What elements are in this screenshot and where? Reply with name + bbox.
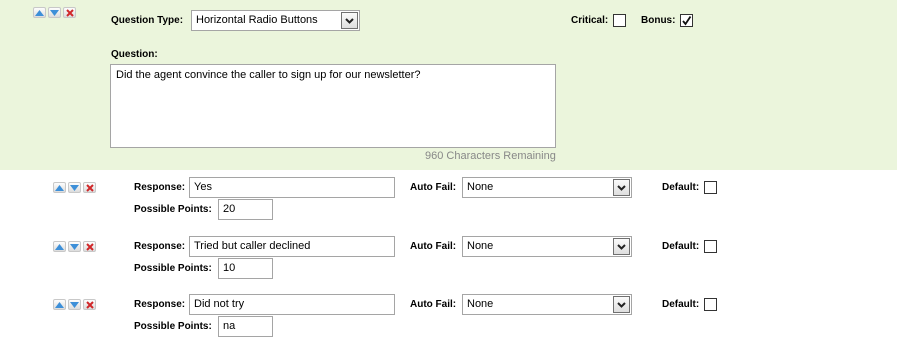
response-value: Did not try [194, 298, 245, 310]
response-label: Response: [134, 241, 186, 252]
default-label: Default: [662, 182, 700, 193]
chevron-down-icon[interactable] [613, 296, 630, 313]
delete-icon[interactable] [83, 182, 96, 193]
question-controls [33, 7, 76, 19]
default-checkbox[interactable] [704, 181, 717, 194]
auto-fail-label: Auto Fail: [410, 241, 457, 252]
move-down-icon[interactable] [68, 241, 81, 252]
question-textarea[interactable]: Did the agent convince the caller to sig… [110, 64, 556, 148]
chevron-down-icon[interactable] [613, 238, 630, 255]
response-controls [53, 299, 96, 311]
bonus-checkbox[interactable] [680, 14, 693, 27]
auto-fail-value: None [467, 240, 494, 252]
question-block: Question Type: Horizontal Radio Buttons … [0, 0, 897, 170]
response-input[interactable]: Did not try [189, 294, 395, 315]
move-up-icon[interactable] [53, 241, 66, 252]
response-label: Response: [134, 299, 186, 310]
points-value: na [223, 320, 236, 332]
auto-fail-select[interactable]: None [462, 294, 632, 315]
response-input[interactable]: Tried but caller declined [189, 236, 395, 257]
response-controls [53, 241, 96, 253]
question-type-value: Horizontal Radio Buttons [196, 14, 318, 26]
chevron-down-icon[interactable] [613, 179, 630, 196]
question-text: Did the agent convince the caller to sig… [116, 69, 421, 81]
question-label: Question: [111, 49, 158, 60]
possible-points-label: Possible Points: [134, 263, 212, 274]
question-type-select[interactable]: Horizontal Radio Buttons [191, 10, 360, 31]
points-value: 20 [223, 203, 236, 215]
possible-points-input[interactable]: 20 [218, 199, 273, 220]
delete-icon[interactable] [83, 241, 96, 252]
response-value: Tried but caller declined [194, 240, 311, 252]
auto-fail-select[interactable]: None [462, 236, 632, 257]
auto-fail-value: None [467, 181, 494, 193]
possible-points-input[interactable]: 10 [218, 258, 273, 279]
points-value: 10 [223, 262, 236, 274]
critical-label: Critical: [571, 15, 609, 26]
possible-points-label: Possible Points: [134, 204, 212, 215]
move-down-icon[interactable] [68, 182, 81, 193]
auto-fail-label: Auto Fail: [410, 182, 457, 193]
possible-points-label: Possible Points: [134, 321, 212, 332]
checkmark-icon [682, 16, 692, 26]
possible-points-input[interactable]: na [218, 316, 273, 337]
auto-fail-label: Auto Fail: [410, 299, 457, 310]
default-label: Default: [662, 299, 700, 310]
move-up-icon[interactable] [53, 299, 66, 310]
move-down-icon[interactable] [68, 299, 81, 310]
response-value: Yes [194, 181, 212, 193]
auto-fail-value: None [467, 298, 494, 310]
chevron-down-icon[interactable] [341, 12, 358, 29]
auto-fail-select[interactable]: None [462, 177, 632, 198]
chars-remaining: 960 Characters Remaining [425, 150, 556, 162]
question-type-label: Question Type: [111, 15, 184, 26]
response-label: Response: [134, 182, 186, 193]
default-label: Default: [662, 241, 700, 252]
move-up-icon[interactable] [53, 182, 66, 193]
delete-icon[interactable] [83, 299, 96, 310]
critical-checkbox[interactable] [613, 14, 626, 27]
move-down-icon[interactable] [48, 7, 61, 18]
response-controls [53, 182, 96, 194]
default-checkbox[interactable] [704, 298, 717, 311]
delete-icon[interactable] [63, 7, 76, 18]
move-up-icon[interactable] [33, 7, 46, 18]
default-checkbox[interactable] [704, 240, 717, 253]
bonus-label: Bonus: [641, 15, 676, 26]
response-input[interactable]: Yes [189, 177, 395, 198]
